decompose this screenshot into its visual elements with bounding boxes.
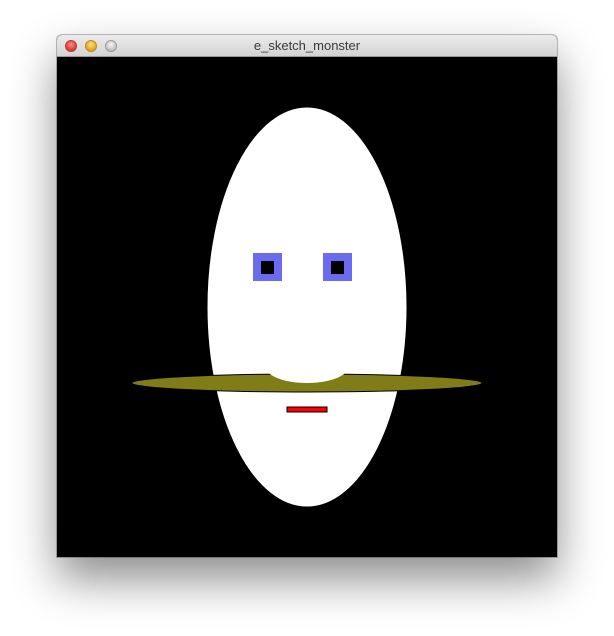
- monster-drawing: [57, 57, 557, 557]
- sketch-canvas[interactable]: [57, 57, 557, 557]
- mouth: [286, 406, 328, 413]
- right-pupil: [331, 261, 344, 274]
- app-window: e_sketch_monster: [57, 35, 557, 557]
- title-bar[interactable]: e_sketch_monster: [57, 35, 557, 57]
- window-title: e_sketch_monster: [253, 38, 361, 53]
- left-pupil: [261, 261, 274, 274]
- face-ellipse: [206, 106, 408, 508]
